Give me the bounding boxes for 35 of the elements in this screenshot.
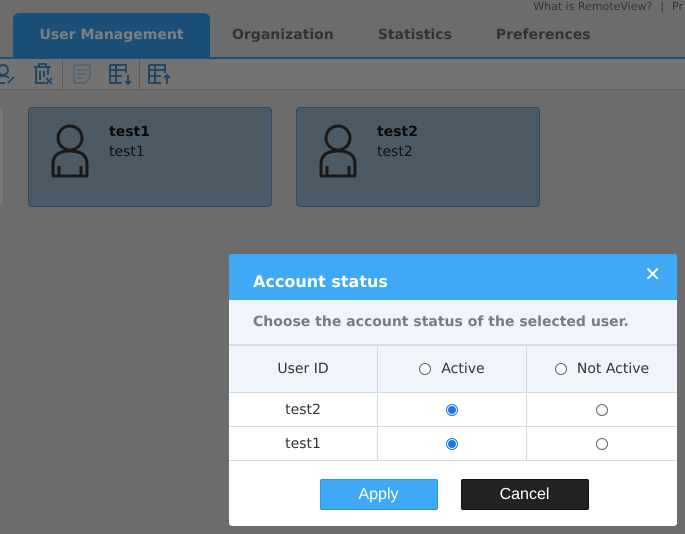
top-link[interactable]: Pr: [672, 0, 683, 13]
table-upload-icon[interactable]: [147, 63, 171, 85]
radio-button[interactable]: [596, 404, 608, 416]
user-id: test1: [109, 144, 146, 160]
radio-button[interactable]: [446, 404, 458, 416]
table-cell: test2: [229, 393, 378, 427]
tab[interactable]: User Management: [13, 13, 210, 57]
radio-button[interactable]: [596, 438, 608, 450]
top-link[interactable]: What is RemoteView?: [533, 0, 652, 13]
column-header: Active: [378, 346, 527, 393]
radio-button[interactable]: [419, 363, 432, 375]
dialog-description: Choose the account status of the selected user.: [229, 300, 677, 346]
radio-button[interactable]: [554, 363, 567, 375]
person-icon: [49, 124, 91, 180]
user-card[interactable]: test1 test1: [28, 107, 272, 207]
close-button[interactable]: ✕: [640, 262, 665, 286]
radio-button[interactable]: [446, 438, 458, 450]
table-download-icon[interactable]: [108, 63, 132, 85]
user-name: test1: [109, 124, 150, 140]
user-name: test2: [377, 124, 418, 140]
user-id: test2: [377, 144, 414, 160]
table-cell: test1: [229, 427, 378, 461]
separator: |: [660, 0, 664, 13]
tab[interactable]: Statistics: [356, 13, 474, 57]
apply-button[interactable]: Apply: [320, 479, 438, 510]
column-header: User ID: [229, 346, 378, 393]
dialog-title: Account status: [253, 272, 388, 290]
trash-icon[interactable]: [31, 63, 55, 85]
tab[interactable]: Organization: [210, 13, 356, 57]
user-card[interactable]: test2 test2: [296, 107, 540, 207]
tab[interactable]: Preferences: [474, 13, 613, 57]
column-header: Not Active: [527, 346, 677, 393]
user-edit-icon[interactable]: [0, 63, 17, 85]
person-icon: [317, 124, 359, 180]
cancel-button[interactable]: Cancel: [460, 479, 588, 510]
